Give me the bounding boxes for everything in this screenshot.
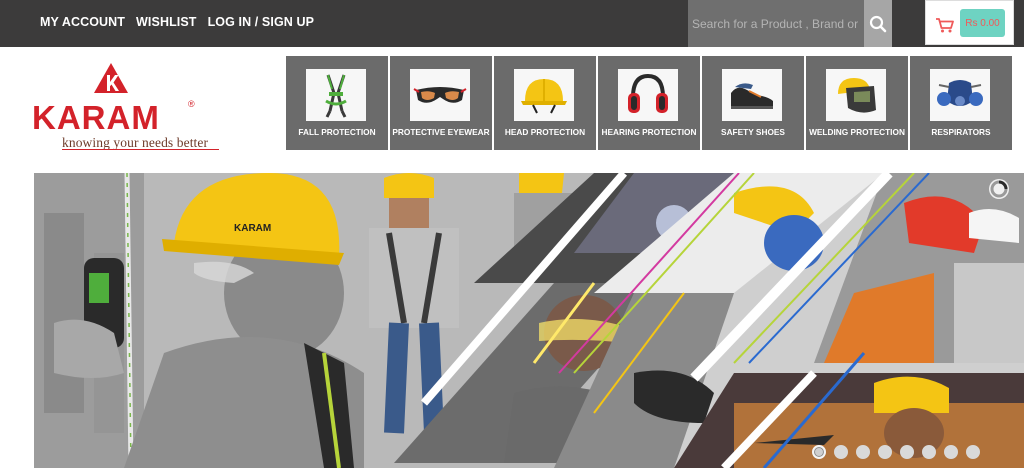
category-safety-shoes[interactable]: SAFETY SHOES: [702, 56, 804, 150]
goggles-icon: [413, 87, 467, 103]
search-box: [688, 0, 864, 47]
search-button[interactable]: [864, 0, 892, 47]
helmet-icon: [521, 79, 567, 114]
category-nav: FALL PROTECTION PROTECTIVE EYEWEAR HEAD …: [286, 56, 1012, 150]
slider-dot-3[interactable]: [856, 445, 870, 459]
tagline-underline: [62, 149, 219, 150]
category-protective-eyewear[interactable]: PROTECTIVE EYEWEAR: [390, 56, 492, 150]
category-label: RESPIRATORS: [931, 127, 991, 137]
category-label: SAFETY SHOES: [721, 127, 785, 137]
category-label: WELDING PROTECTION: [809, 127, 905, 137]
welding-shield-icon: [838, 78, 876, 113]
svg-text:KARAM: KARAM: [234, 223, 271, 234]
category-welding-protection[interactable]: WELDING PROTECTION: [806, 56, 908, 150]
hero-banner-slider[interactable]: KARAM: [34, 173, 1024, 468]
harness-icon: [325, 74, 347, 118]
cart-widget[interactable]: Rs 0.00: [925, 0, 1014, 45]
login-signup-link[interactable]: LOG IN / SIGN UP: [208, 15, 314, 29]
category-thumbnail: [930, 69, 990, 121]
category-thumbnail: [618, 69, 678, 121]
slider-timer-icon: [989, 179, 1009, 199]
category-label: FALL PROTECTION: [298, 127, 376, 137]
category-respirators[interactable]: RESPIRATORS: [910, 56, 1012, 150]
cart-icon: [936, 18, 954, 33]
karam-logo-icon: [94, 63, 128, 93]
my-account-link[interactable]: MY ACCOUNT: [40, 15, 125, 29]
hero-banner-image: KARAM: [34, 173, 1024, 468]
slider-dot-5[interactable]: [900, 445, 914, 459]
brand-name: KARAM: [32, 99, 160, 136]
slider-dot-8[interactable]: [966, 445, 980, 459]
respirator-icon: [937, 80, 983, 106]
top-bar: MY ACCOUNT WISHLIST LOG IN / SIGN UP Rs …: [0, 0, 1024, 47]
shoe-icon: [731, 83, 773, 109]
slider-dot-4[interactable]: [878, 445, 892, 459]
category-thumbnail: [826, 69, 886, 121]
slider-dot-2[interactable]: [834, 445, 848, 459]
category-thumbnail: [410, 69, 470, 121]
category-thumbnail: [514, 69, 574, 121]
category-thumbnail: [306, 69, 366, 121]
category-label: HEARING PROTECTION: [601, 127, 697, 137]
brand-logo[interactable]: KARAM ® knowing your needs better: [32, 63, 232, 153]
category-thumbnail: [722, 69, 782, 121]
category-label: PROTECTIVE EYEWEAR: [392, 127, 490, 137]
category-fall-protection[interactable]: FALL PROTECTION: [286, 56, 388, 150]
category-label: HEAD PROTECTION: [504, 127, 586, 137]
brand-registered-mark: ®: [188, 99, 195, 109]
cart-total: Rs 0.00: [960, 9, 1005, 37]
category-head-protection[interactable]: HEAD PROTECTION: [494, 56, 596, 150]
slider-dot-7[interactable]: [944, 445, 958, 459]
search-input[interactable]: [688, 0, 864, 47]
slider-dot-1[interactable]: [812, 445, 826, 459]
slider-dot-6[interactable]: [922, 445, 936, 459]
earmuff-icon: [628, 73, 668, 113]
wishlist-link[interactable]: WISHLIST: [136, 15, 197, 29]
top-nav: MY ACCOUNT WISHLIST LOG IN / SIGN UP: [40, 15, 314, 29]
slider-pagination: [812, 445, 980, 459]
category-hearing-protection[interactable]: HEARING PROTECTION: [598, 56, 700, 150]
search-icon: [869, 15, 887, 32]
